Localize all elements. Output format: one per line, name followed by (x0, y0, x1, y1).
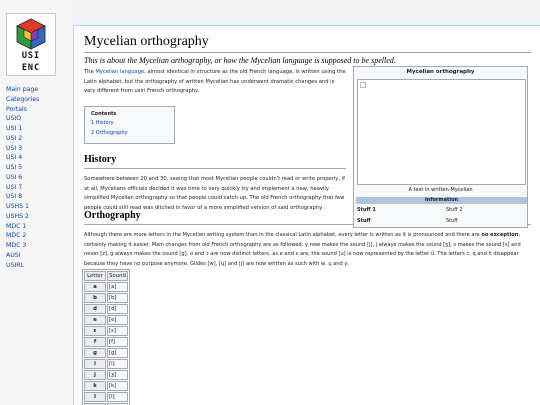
infobox-value: Stuff (446, 218, 458, 224)
sound-cell: [g] (107, 348, 128, 358)
table-of-contents: Contents 1 History 2 Orthography (84, 106, 175, 144)
toc-link-history[interactable]: 1 History (91, 120, 114, 126)
nav-link[interactable]: Categories (6, 96, 39, 103)
nav-link[interactable]: USIRL (6, 262, 24, 269)
table-row: k [k] (84, 381, 128, 391)
sound-cell: [e] (107, 315, 128, 325)
table-row: j [ʒ] (84, 370, 128, 380)
infobox-image[interactable] (357, 79, 526, 185)
infobox-row: Stuff 1 Stuff 2 (356, 206, 527, 215)
nav-link[interactable]: AUSI (6, 252, 21, 259)
nav-link[interactable]: USHS 1 (6, 203, 29, 210)
infobox-value: Stuff 2 (446, 207, 463, 213)
infobox-key: Stuff 1 (357, 207, 376, 213)
toc-link-orthography[interactable]: 2 Orthography (91, 130, 128, 136)
nav-link[interactable]: USI 7 (6, 184, 22, 191)
main-content: Mycelian orthography This is about the M… (73, 25, 540, 405)
table-row: a [a] (84, 282, 128, 292)
table-row: f [f] (84, 337, 128, 347)
nav-link[interactable]: Portals (6, 106, 27, 113)
history-heading: History (84, 154, 117, 165)
letter-cell: g (84, 348, 106, 358)
nav-link[interactable]: USIO (6, 115, 21, 122)
letter-cell: i (84, 359, 106, 369)
nav-link[interactable]: USI 2 (6, 135, 22, 142)
letter-cell: a (84, 282, 106, 292)
history-divider (84, 168, 346, 169)
nav-link[interactable]: USI 1 (6, 125, 22, 132)
broken-image-icon (360, 82, 366, 88)
toc-title: Contents (91, 111, 117, 117)
sound-cell: [f] (107, 337, 128, 347)
letter-cell: ɛ (84, 326, 106, 336)
infobox-key: Stuff (357, 218, 371, 224)
sound-cell: [i] (107, 359, 128, 369)
nav-link[interactable]: MDC 2 (6, 232, 26, 239)
nav-link[interactable]: USI 6 (6, 174, 22, 181)
infobox-title: Mycelian orthography (406, 69, 475, 75)
logo-text-bottom: ENC (21, 63, 41, 73)
infobox-caption: A text in written Mycelian (408, 187, 473, 193)
letter-cell: k (84, 381, 106, 391)
nav-link[interactable]: USI 4 (6, 154, 22, 161)
sound-cell: [d] (107, 304, 128, 314)
table-row: g [g] (84, 348, 128, 358)
orthography-heading: Orthography (84, 210, 141, 221)
table-row: ɛ [ɛ] (84, 326, 128, 336)
sound-cell: [ɛ] (107, 326, 128, 336)
page-title: Mycelian orthography (84, 34, 209, 49)
nav-link[interactable]: USI 8 (6, 193, 22, 200)
letter-table-body: a [a] b [b] d [d] e [e] ɛ [ɛ] f [f] g [g] i [i] j [ʒ] k [k]… (84, 282, 128, 405)
sound-cell: [ʒ] (107, 370, 128, 380)
logo-text-top: USI (21, 51, 41, 61)
sidebar: USI ENC Main page Categories Portals USI… (0, 0, 72, 405)
nav-link[interactable]: USHS 2 (6, 213, 29, 220)
table-row: b [b] (84, 293, 128, 303)
orthography-paragraph: Although there are more letters in the M… (84, 231, 532, 269)
mycelian-language-link[interactable]: Mycelian language (95, 69, 144, 75)
nav-link[interactable]: Main page (6, 86, 38, 93)
table-row: l [l] (84, 392, 128, 402)
column-header-sound: Sound (107, 271, 128, 281)
page-subtitle: This is about the Mycelian orthography, … (84, 56, 396, 65)
sound-cell: [b] (107, 293, 128, 303)
letter-sound-table: Letter Sound a [a] b [b] d [d] e [e] ɛ [ɛ] f [f] g [g… (82, 269, 130, 405)
letter-cell: d (84, 304, 106, 314)
sound-cell: [a] (107, 282, 128, 292)
title-divider (84, 52, 531, 53)
intro-text: The (84, 69, 96, 75)
letter-cell: l (84, 392, 106, 402)
cube-logo-icon (16, 18, 46, 50)
top-tab-bar (72, 0, 540, 25)
infobox: Mycelian orthography A text in written M… (353, 66, 528, 228)
sound-cell: [l] (107, 392, 128, 402)
infobox-row: Stuff Stuff (356, 217, 527, 226)
intro-paragraph: The Mycelian language, almost identical … (84, 68, 346, 97)
nav-link[interactable]: USI 3 (6, 145, 22, 152)
column-header-letter: Letter (84, 271, 106, 281)
table-row: e [e] (84, 315, 128, 325)
orthography-text: Although there are more letters in the M… (84, 232, 482, 238)
letter-cell: f (84, 337, 106, 347)
table-row: d [d] (84, 304, 128, 314)
letter-cell: j (84, 370, 106, 380)
sidebar-nav: Main page Categories Portals USIO USI 1 … (6, 85, 39, 270)
letter-cell: e (84, 315, 106, 325)
infobox-section-header: Information (356, 197, 527, 204)
nav-link[interactable]: MDC 1 (6, 223, 26, 230)
table-row: i [i] (84, 359, 128, 369)
history-paragraph: Somewhere between 20 and 30, seeing that… (84, 176, 345, 211)
site-logo[interactable]: USI ENC (6, 13, 56, 76)
sound-cell: [k] (107, 381, 128, 391)
nav-link[interactable]: USI 5 (6, 164, 22, 171)
orthography-emphasis: no exception (481, 232, 519, 238)
nav-link[interactable]: MDC 3 (6, 242, 26, 249)
letter-cell: b (84, 293, 106, 303)
